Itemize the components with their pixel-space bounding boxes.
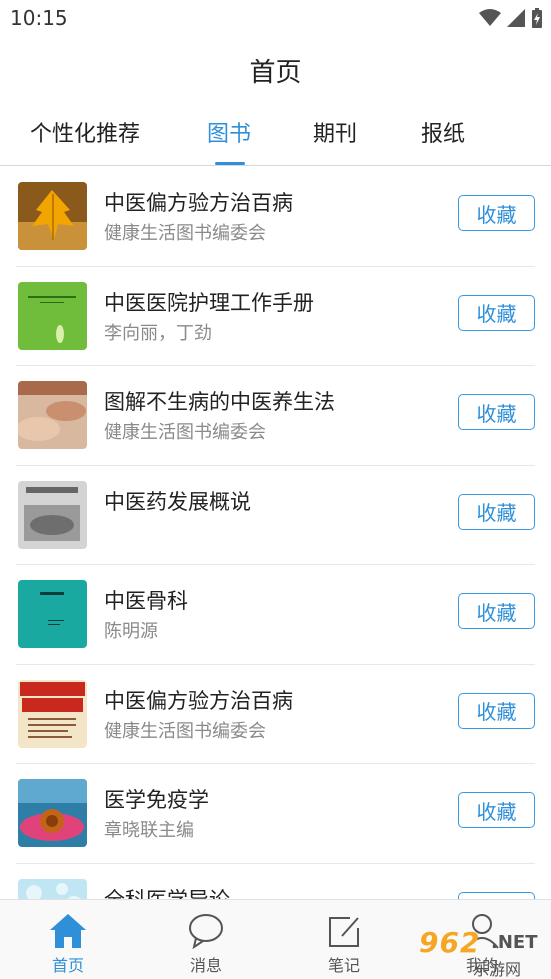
collect-button[interactable]: 收藏 bbox=[458, 891, 535, 899]
nav-home[interactable]: 首页 bbox=[28, 912, 108, 976]
book-cover bbox=[18, 480, 87, 549]
list-item[interactable]: 中医医院护理工作手册 李向丽，丁劲 收藏 bbox=[16, 267, 535, 366]
tab-newspapers[interactable]: 报纸 bbox=[421, 116, 465, 148]
nav-notes[interactable]: 笔记 bbox=[304, 912, 384, 976]
signal-icon bbox=[507, 9, 525, 27]
book-author: 健康生活图书编委会 bbox=[104, 223, 266, 244]
book-title: 医学免疫学 bbox=[104, 788, 209, 812]
book-author: 陈明源 bbox=[104, 621, 158, 642]
nav-home-label: 首页 bbox=[51, 956, 84, 975]
list-item[interactable]: 中医偏方验方治百病 健康生活图书编委会 收藏 bbox=[16, 665, 535, 764]
book-title: 中医药发展概说 bbox=[104, 489, 251, 514]
book-cover bbox=[18, 878, 87, 899]
tab-bar: 个性化推荐 图书 期刊 报纸 bbox=[0, 108, 551, 166]
collect-button[interactable]: 收藏 bbox=[458, 294, 535, 331]
collect-button[interactable]: 收藏 bbox=[458, 593, 535, 629]
wifi-icon bbox=[479, 9, 501, 26]
tab-recommend[interactable]: 个性化推荐 bbox=[30, 116, 140, 148]
book-list[interactable]: 中医偏方验方治百病 健康生活图书编委会 收藏 中医医院护理工作手册 李向丽，丁劲… bbox=[0, 167, 551, 899]
home-icon bbox=[50, 914, 86, 948]
collect-button[interactable]: 收藏 bbox=[458, 792, 535, 828]
book-title: 中医偏方验方治百病 bbox=[104, 191, 293, 215]
status-bar: 10:15 bbox=[0, 0, 551, 38]
book-author: 章晓联主编 bbox=[104, 820, 194, 841]
book-title: 图解不生病的中医养生法 bbox=[104, 390, 335, 414]
collect-button[interactable]: 收藏 bbox=[458, 493, 535, 530]
message-icon bbox=[189, 914, 223, 950]
nav-messages[interactable]: 消息 bbox=[166, 912, 246, 976]
book-cover bbox=[18, 679, 87, 748]
book-cover bbox=[18, 381, 87, 449]
collect-button[interactable]: 收藏 bbox=[458, 692, 535, 729]
list-item[interactable]: 中医药发展概说 收藏 bbox=[16, 466, 535, 565]
status-icons bbox=[479, 8, 543, 28]
page-title: 首页 bbox=[249, 58, 302, 88]
nav-notes-label: 笔记 bbox=[327, 956, 360, 975]
book-cover bbox=[18, 182, 87, 250]
list-item[interactable]: 中医偏方验方治百病 健康生活图书编委会 收藏 bbox=[16, 167, 535, 267]
book-author: 李向丽，丁劲 bbox=[104, 322, 212, 344]
list-item[interactable]: 医学免疫学 章晓联主编 收藏 bbox=[16, 764, 535, 864]
tab-indicator bbox=[215, 162, 245, 165]
list-item[interactable]: 全科医学导论 收藏 bbox=[16, 864, 535, 900]
book-title: 中医偏方验方治百病 bbox=[104, 688, 293, 713]
battery-icon bbox=[532, 8, 542, 28]
collect-button[interactable]: 收藏 bbox=[458, 394, 535, 430]
book-title: 中医骨科 bbox=[104, 589, 188, 613]
list-item[interactable]: 中医骨科 陈明源 收藏 bbox=[16, 565, 535, 665]
tab-books[interactable]: 图书 bbox=[207, 116, 251, 148]
watermark-site: 乐游网 bbox=[473, 960, 522, 979]
book-title: 中医医院护理工作手册 bbox=[104, 290, 314, 315]
collect-button[interactable]: 收藏 bbox=[458, 195, 535, 231]
note-icon bbox=[329, 917, 359, 947]
status-time: 10:15 bbox=[10, 6, 68, 30]
watermark-net: .NET bbox=[491, 932, 538, 953]
book-author: 健康生活图书编委会 bbox=[104, 422, 266, 443]
book-cover bbox=[18, 281, 87, 350]
book-title: 全科医学导论 bbox=[104, 884, 230, 900]
watermark-number: 962 bbox=[419, 926, 481, 959]
book-cover bbox=[18, 580, 87, 648]
nav-messages-label: 消息 bbox=[189, 956, 222, 975]
list-item[interactable]: 图解不生病的中医养生法 健康生活图书编委会 收藏 bbox=[16, 366, 535, 466]
tab-journals[interactable]: 期刊 bbox=[313, 116, 357, 148]
watermark-logo: 962 .NET 乐游网 bbox=[409, 926, 543, 979]
book-author: 健康生活图书编委会 bbox=[104, 720, 266, 742]
book-cover bbox=[18, 779, 87, 847]
